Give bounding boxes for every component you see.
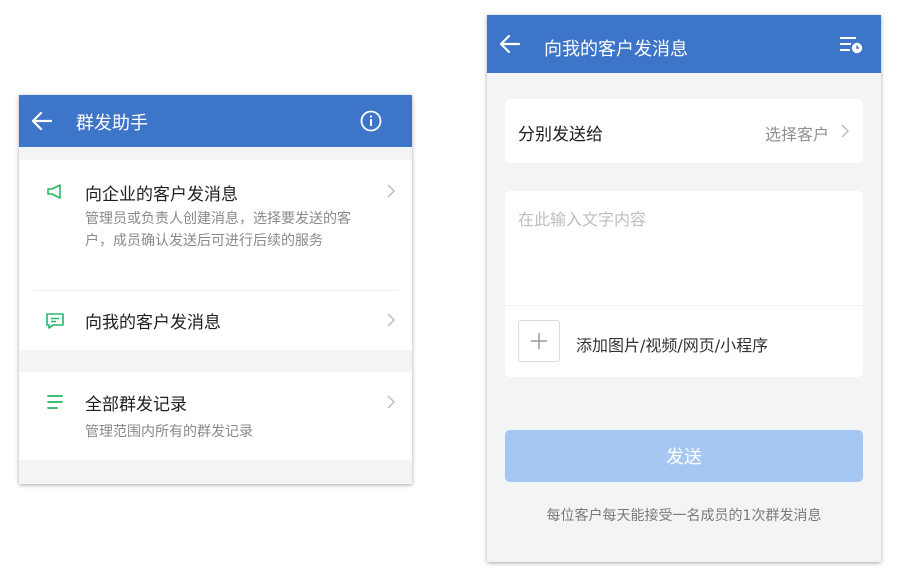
message-compose-card: 在此输入文字内容 添加图片/视频/网页/小程序 bbox=[505, 191, 863, 377]
send-to-my-customers-screen: 向我的客户发消息 分别发送给 选择客户 在此输入文字内容 添加图片/视频/网页/… bbox=[487, 15, 881, 562]
chevron-right-icon bbox=[387, 184, 396, 198]
history-card: 全部群发记录 管理范围内所有的群发记录 bbox=[19, 372, 412, 460]
left-top-bar: 群发助手 bbox=[19, 95, 412, 147]
send-limit-note: 每位客户每天能接受一名成员的1次群发消息 bbox=[546, 508, 822, 524]
right-top-bar: 向我的客户发消息 bbox=[487, 15, 881, 73]
megaphone-icon bbox=[47, 184, 61, 199]
menu-item-my-customers[interactable]: 向我的客户发消息 bbox=[19, 291, 412, 350]
menu-item-description: 管理员或负责人创建消息，选择要发送的客户，成员确认发送后可进行后续的服务 bbox=[85, 211, 351, 249]
back-arrow-icon[interactable] bbox=[499, 33, 521, 55]
message-text-input[interactable]: 在此输入文字内容 bbox=[518, 206, 646, 230]
send-options-card: 向企业的客户发消息 管理员或负责人创建消息，选择要发送的客户，成员确认发送后可进… bbox=[19, 160, 412, 350]
left-page-title: 群发助手 bbox=[76, 113, 148, 134]
list-icon bbox=[47, 395, 63, 409]
divider bbox=[505, 305, 863, 306]
menu-item-title: 全部群发记录 bbox=[85, 395, 187, 415]
select-customers-link[interactable]: 选择客户 bbox=[765, 121, 829, 145]
add-attachment-button[interactable] bbox=[518, 320, 560, 362]
right-page-title: 向我的客户发消息 bbox=[544, 39, 688, 60]
back-arrow-icon[interactable] bbox=[31, 110, 53, 132]
menu-item-enterprise-customers[interactable]: 向企业的客户发消息 管理员或负责人创建消息，选择要发送的客户，成员确认发送后可进… bbox=[19, 160, 412, 288]
recipient-selector[interactable]: 分别发送给 选择客户 bbox=[505, 99, 863, 163]
chevron-right-icon bbox=[387, 395, 396, 409]
menu-item-title: 向企业的客户发消息 bbox=[85, 185, 238, 205]
chevron-right-icon bbox=[841, 124, 850, 138]
message-icon bbox=[46, 313, 64, 329]
menu-item-description: 管理范围内所有的群发记录 bbox=[85, 424, 253, 440]
menu-item-title: 向我的客户发消息 bbox=[85, 313, 221, 333]
send-button[interactable]: 发送 bbox=[505, 430, 863, 482]
menu-item-all-records[interactable]: 全部群发记录 管理范围内所有的群发记录 bbox=[19, 372, 412, 460]
scheduled-list-icon[interactable] bbox=[839, 36, 863, 54]
info-icon[interactable] bbox=[360, 110, 382, 132]
chevron-right-icon bbox=[387, 313, 396, 327]
attachment-label: 添加图片/视频/网页/小程序 bbox=[576, 336, 769, 355]
group-send-assistant-screen: 群发助手 向企业的客户发消息 管理员或负责人创建消息，选择要发送的客户，成员确认… bbox=[19, 95, 412, 484]
recipient-label: 分别发送给 bbox=[518, 125, 603, 145]
plus-icon bbox=[531, 333, 547, 349]
